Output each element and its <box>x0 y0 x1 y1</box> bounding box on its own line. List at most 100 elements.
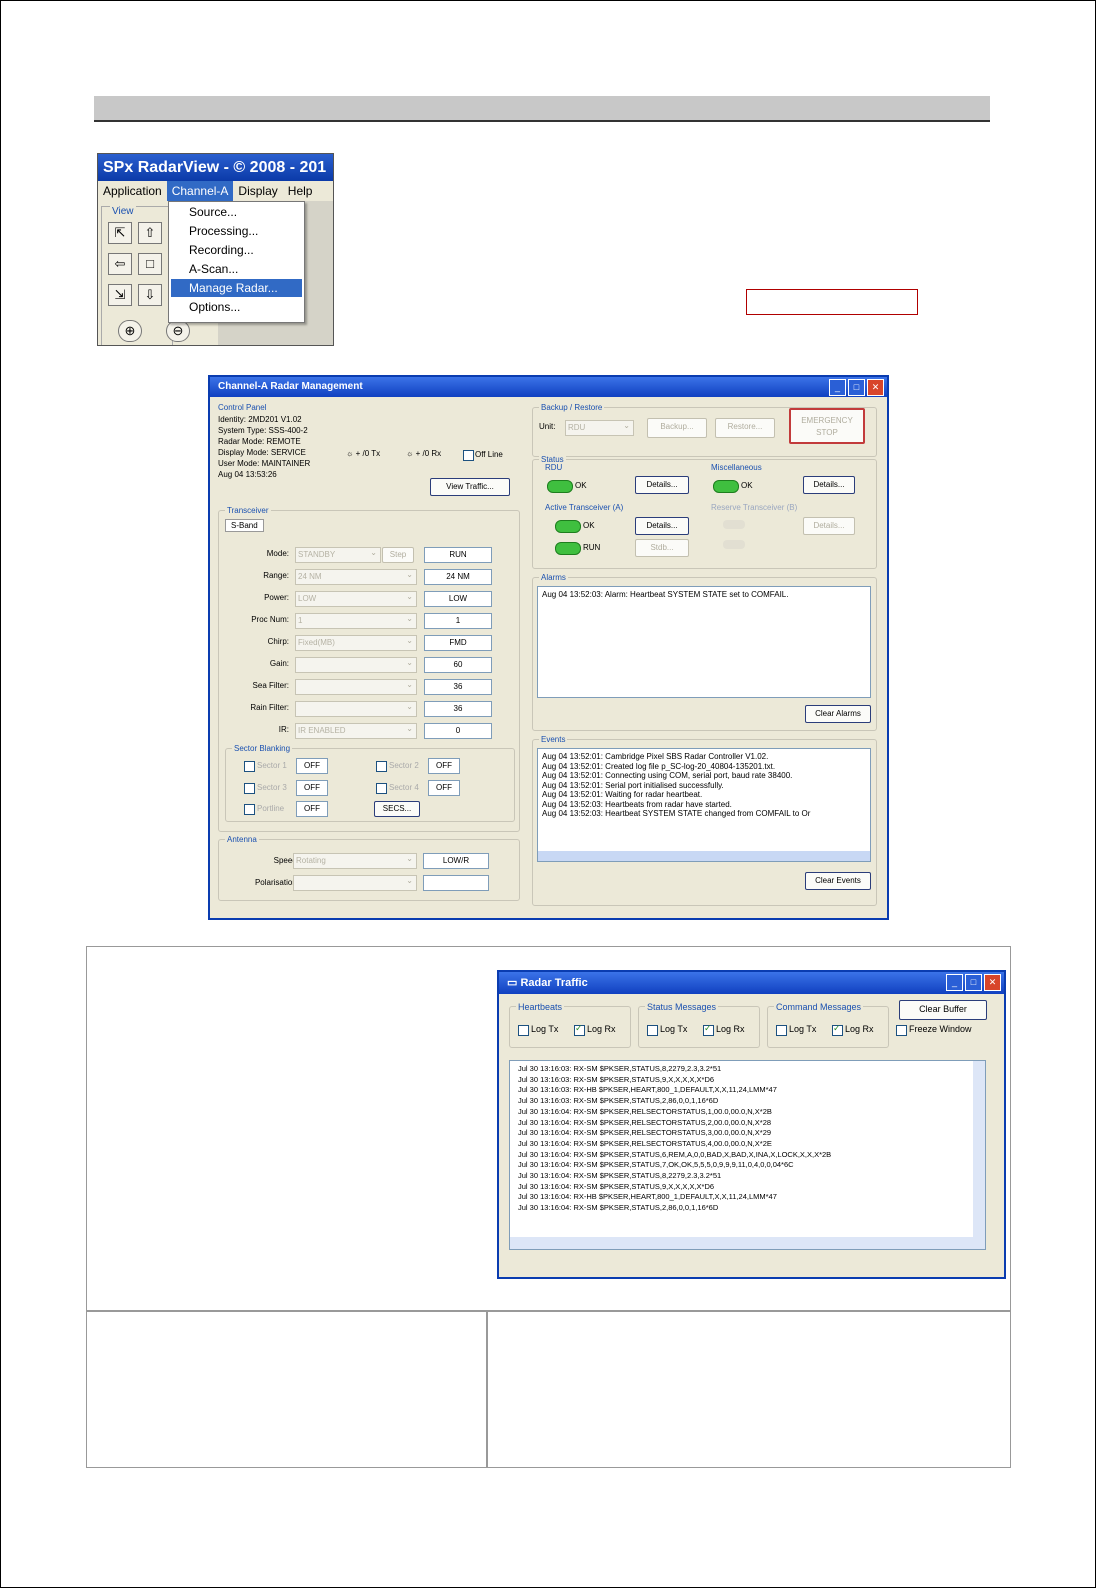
view-traffic-button[interactable]: View Traffic... <box>430 478 510 496</box>
traffic-log-line: Jul 30 13:16:04: RX-SM $PKSER,STATUS,6,R… <box>518 1149 832 1159</box>
active-transceiver-label: Active Transceiver (A) <box>545 503 624 512</box>
tx-indicator: ☼ + /0 Tx <box>346 449 381 458</box>
clear-events-button[interactable]: Clear Events <box>805 872 871 890</box>
menu-item-manage-radar[interactable]: Manage Radar... <box>171 279 302 297</box>
restore-button[interactable]: Restore... <box>715 418 775 438</box>
log-tx-checkbox[interactable] <box>518 1025 529 1036</box>
transceiver-row-label: Rain Filter: <box>250 703 289 712</box>
transceiver-row-combo[interactable]: 1 <box>295 612 417 629</box>
transceiver-row-label: Power: <box>264 593 289 602</box>
polarisation-label: Polarisation: <box>254 878 299 887</box>
freeze-window-checkbox[interactable] <box>896 1025 907 1036</box>
rdu-details-button[interactable]: Details... <box>635 476 689 494</box>
control-panel-group: Control Panel Identity: 2MD201 V1.02 Sys… <box>218 403 521 499</box>
traffic-close-icon[interactable]: ✕ <box>984 974 1001 991</box>
user-mode-line: User Mode: MAINTAINER <box>218 459 311 468</box>
transceiver-row-combo[interactable]: LOW <box>295 590 417 607</box>
misc-label: Miscellaneous <box>711 463 762 472</box>
sector-2-value: OFF <box>428 758 460 774</box>
traffic-log-line: Jul 30 13:16:03: RX-SM $PKSER,STATUS,2,8… <box>518 1096 719 1106</box>
sector-3-label: Sector 3 <box>257 783 287 792</box>
polarisation-combo[interactable] <box>293 874 417 891</box>
traffic-maximize-icon[interactable]: □ <box>965 974 982 991</box>
traffic-vertical-scrollbar[interactable] <box>973 1061 985 1249</box>
standby-button[interactable]: Stdb... <box>635 539 689 557</box>
backup-restore-label: Backup / Restore <box>539 403 605 412</box>
event-line: Aug 04 13:52:01: Serial port initialised… <box>542 780 724 790</box>
clear-buffer-button[interactable]: Clear Buffer <box>899 1000 987 1020</box>
log-rx-checkbox[interactable] <box>832 1023 843 1036</box>
minimize-icon[interactable]: _ <box>829 379 846 396</box>
reserve-led-icon <box>723 520 745 529</box>
reserve-details-button[interactable]: Details... <box>803 517 855 535</box>
channel-a-dropdown: Source... Processing... Recording... A-S… <box>168 201 305 323</box>
view-label: View <box>110 206 136 217</box>
pan-down-icon[interactable]: ⇩ <box>138 284 162 306</box>
center-icon[interactable]: □ <box>138 253 162 275</box>
menu-item-processing[interactable]: Processing... <box>171 222 302 240</box>
maximize-icon[interactable]: □ <box>848 379 865 396</box>
misc-status: OK <box>741 481 753 490</box>
menu-help[interactable]: Help <box>283 181 318 201</box>
transceiver-row-label: IR: <box>278 725 289 734</box>
transceiver-row-combo[interactable] <box>295 678 417 695</box>
timestamp-line: Aug 04 13:53:26 <box>218 470 277 479</box>
traffic-horizontal-scrollbar[interactable] <box>510 1237 985 1249</box>
sector-4-checkbox[interactable] <box>376 783 387 794</box>
zoom-in-icon[interactable]: ⊕ <box>118 320 142 342</box>
zoom-out-icon[interactable]: ⊖ <box>166 320 190 342</box>
pan-up-icon[interactable]: ⇧ <box>138 222 162 244</box>
log-rx-label: Log Rx <box>587 1024 616 1034</box>
transceiver-row-label: Sea Filter: <box>252 681 289 690</box>
radar-mode-line: Radar Mode: REMOTE <box>218 437 301 446</box>
log-rx-label: Log Rx <box>845 1024 874 1034</box>
menu-channel-a[interactable]: Channel-A <box>166 181 234 201</box>
log-rx-checkbox[interactable] <box>574 1023 585 1036</box>
log-rx-label: Log Rx <box>716 1024 745 1034</box>
transceiver-row-combo[interactable]: STANDBY <box>295 546 381 563</box>
pan-left-icon[interactable]: ⇦ <box>108 253 132 275</box>
clear-alarms-button[interactable]: Clear Alarms <box>805 705 871 723</box>
menu-item-source[interactable]: Source... <box>171 203 302 221</box>
transceiver-row-combo[interactable]: IR ENABLED <box>295 722 417 739</box>
event-line: Aug 04 13:52:01: Waiting for radar heart… <box>542 790 703 799</box>
close-icon[interactable]: ✕ <box>867 379 884 396</box>
tab-s-band[interactable]: S-Band <box>225 519 264 532</box>
traffic-log-line: Jul 30 13:16:03: RX-SM $PKSER,STATUS,9,X… <box>518 1074 715 1084</box>
portline-checkbox[interactable] <box>244 804 255 815</box>
sector-1-checkbox[interactable] <box>244 761 255 772</box>
log-tx-checkbox[interactable] <box>776 1025 787 1036</box>
emergency-stop-button[interactable]: EMERGENCY STOP <box>789 408 865 444</box>
transceiver-row-combo[interactable]: Fixed(MB) <box>295 634 417 651</box>
traffic-minimize-icon[interactable]: _ <box>946 974 963 991</box>
misc-details-button[interactable]: Details... <box>803 476 855 494</box>
menu-item-recording[interactable]: Recording... <box>171 241 302 259</box>
pan-up-left-icon[interactable]: ⇱ <box>108 222 132 244</box>
transceiver-row-combo[interactable]: 24 NM <box>295 568 417 585</box>
menu-item-a-scan[interactable]: A-Scan... <box>171 260 302 278</box>
speed-combo[interactable]: Rotating <box>293 852 417 869</box>
menu-application[interactable]: Application <box>98 181 167 201</box>
transceiver-row-value: 0 <box>424 723 492 739</box>
off-line-label: Off Line <box>475 450 503 459</box>
menu-item-options[interactable]: Options... <box>171 298 302 316</box>
backup-button[interactable]: Backup... <box>647 418 707 438</box>
off-line-checkbox[interactable] <box>463 450 474 461</box>
sectors-set-button[interactable]: SECS... <box>374 801 420 817</box>
events-horizontal-scrollbar[interactable] <box>538 851 870 861</box>
sector-2-checkbox[interactable] <box>376 761 387 772</box>
pan-down-left-icon[interactable]: ⇲ <box>108 284 132 306</box>
log-rx-checkbox[interactable] <box>703 1023 714 1036</box>
sector-3-checkbox[interactable] <box>244 783 255 794</box>
transceiver-row-combo[interactable] <box>295 700 417 717</box>
unit-combo[interactable]: RDU <box>565 419 634 436</box>
active-details-button[interactable]: Details... <box>635 517 689 535</box>
dialog-title: Channel-A Radar Management <box>210 377 887 397</box>
transceiver-row-combo[interactable] <box>295 656 417 673</box>
sector-4-value: OFF <box>428 780 460 796</box>
log-tx-checkbox[interactable] <box>647 1025 658 1036</box>
step-button[interactable]: Step <box>382 547 414 563</box>
sector-blanking-label: Sector Blanking <box>232 744 293 753</box>
traffic-log-line: Jul 30 13:16:04: RX-SM $PKSER,STATUS,7,O… <box>518 1160 794 1170</box>
menu-display[interactable]: Display <box>233 181 282 201</box>
